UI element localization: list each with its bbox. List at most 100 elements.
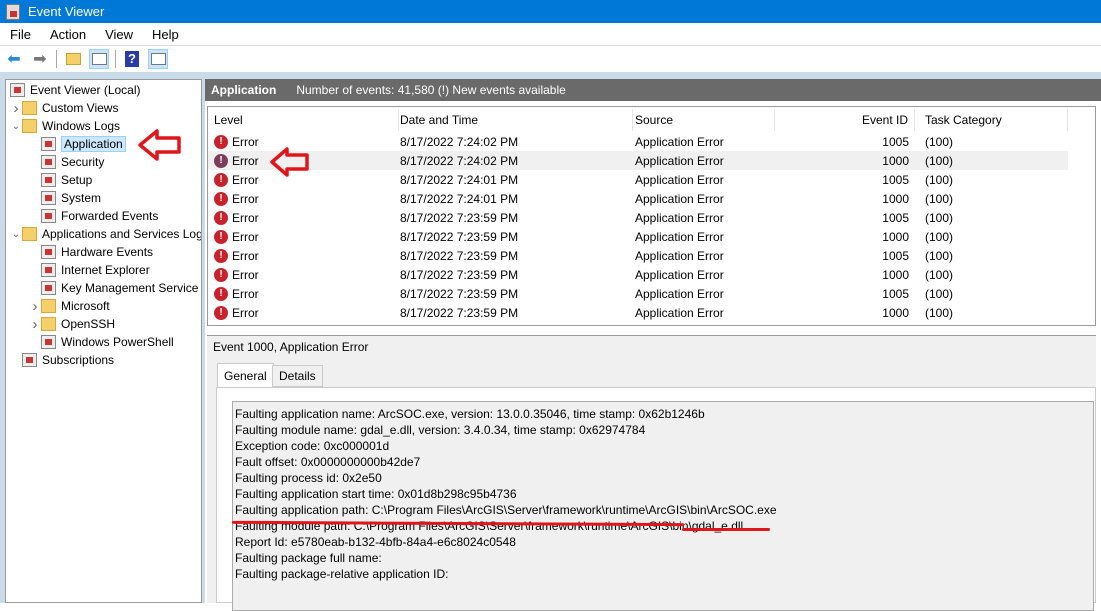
table-row[interactable]: !Error8/17/2022 7:23:59 PMApplication Er… [208,303,1068,322]
title-bar: Event Viewer [0,0,1101,23]
tree-label: Event Viewer (Local) [30,83,141,97]
log-icon [41,263,56,277]
error-icon: ! [214,135,228,149]
tab-general[interactable]: General [217,363,274,387]
error-icon: ! [214,287,228,301]
column-source[interactable]: Source [635,109,775,131]
forward-arrow-icon[interactable]: ➡ [30,49,50,69]
date-cell: 8/17/2022 7:24:01 PM [400,173,633,187]
show-hide-console-tree-icon[interactable] [89,49,109,69]
table-row[interactable]: !Error8/17/2022 7:23:59 PMApplication Er… [208,265,1068,284]
back-arrow-icon[interactable]: ⬅ [4,49,24,69]
cell-text: 8/17/2022 7:23:59 PM [400,306,518,320]
cell-text: Error [232,287,259,301]
chevron-right-icon[interactable]: › [29,316,41,333]
event-description[interactable]: Faulting application name: ArcSOC.exe, v… [232,401,1094,611]
table-row[interactable]: !Error8/17/2022 7:23:59 PMApplication Er… [208,227,1068,246]
cell-text: Application Error [635,268,724,282]
toolbar-divider [56,50,57,68]
column-date[interactable]: Date and Time [400,109,633,131]
menu-view[interactable]: View [95,27,142,42]
chevron-right-icon[interactable]: › [29,298,41,315]
level-cell: !Error [214,192,399,206]
table-row[interactable]: !Error8/17/2022 7:24:01 PMApplication Er… [208,189,1068,208]
table-row[interactable]: !Error8/17/2022 7:23:59 PM Application Er… [208,246,1068,265]
tree-item[interactable]: Forwarded Events [29,207,158,225]
menu-action[interactable]: Action [40,27,95,42]
chevron-down-icon[interactable]: ⌄ [10,229,22,240]
tree-item[interactable]: › Custom Views [10,99,118,117]
help-icon[interactable]: ? [122,49,142,69]
event-id-cell: 1005 [775,211,915,225]
column-level[interactable]: Level [214,109,399,131]
cell-text: 8/17/2022 7:23:59 PM [400,268,518,282]
level-cell: !Error [214,249,399,263]
log-icon [41,281,56,295]
tree-item[interactable]: ⌄Windows Logs [10,117,120,135]
table-header: Level Date and Time Source Event ID Task… [208,109,1068,131]
tree-item[interactable]: Application [29,135,126,153]
cell-text: 8/17/2022 7:23:59 PM [400,249,518,263]
tree-item[interactable]: ›OpenSSH [29,315,115,333]
description-line: Faulting module name: gdal_e.dll, versio… [235,422,1091,438]
tree-label: System [61,191,101,205]
cell-text: 1000 [882,306,909,320]
chevron-right-icon[interactable]: › [10,100,22,117]
tree-item[interactable]: Windows PowerShell [29,333,174,351]
column-task-category[interactable]: Task Category [925,109,1068,131]
tree-item[interactable]: ›Microsoft [29,297,110,315]
event-id-cell: 1005 [775,173,915,187]
tree-item[interactable]: ⌄ Applications and Services Logs [10,225,202,243]
error-icon: ! [214,230,228,244]
menu-bar: File Action View Help [0,23,1101,45]
menu-help[interactable]: Help [142,27,188,42]
table-row[interactable]: !Error8/17/2022 7:23:59 PMApplication Er… [208,208,1068,227]
cell-text: (100) [925,287,953,301]
tree-item[interactable]: Setup [29,171,92,189]
table-row[interactable]: !Error8/17/2022 7:24:01 PMApplication Er… [208,170,1068,189]
cell-text: Error [232,306,259,320]
date-cell: 8/17/2022 7:24:02 PM [400,135,633,149]
annotation-arrow-icon [137,128,183,162]
tree-item[interactable]: Internet Explorer [29,261,150,279]
cell-text: (100) [925,268,953,282]
cell-text: Application Error [635,211,724,225]
cell-text: (100) [925,211,953,225]
source-cell: Application Error [635,268,775,282]
cell-text: Application Error [635,230,724,244]
show-hide-action-pane-icon[interactable] [148,49,168,69]
tree-label: Security [61,155,104,169]
table-row[interactable]: !Error8/17/2022 7:23:59 PMApplication Er… [208,284,1068,303]
tree-label: Applications and Services Logs [42,227,202,241]
log-icon [41,191,56,205]
source-cell: Application Error [635,173,775,187]
source-cell: Application Error [635,230,775,244]
tree-root[interactable]: Event Viewer (Local) [10,81,141,99]
tab-details[interactable]: Details [272,365,323,387]
chevron-down-icon[interactable]: ⌄ [10,121,22,132]
tree-item[interactable]: Subscriptions [10,351,114,369]
menu-file[interactable]: File [0,27,40,42]
cell-text: 1005 [882,287,909,301]
up-folder-icon[interactable] [63,49,83,69]
table-row[interactable]: !Error8/17/2022 7:24:02 PMApplication Er… [208,151,1068,170]
tree-label: Custom Views [42,101,118,115]
log-icon [41,245,56,259]
tree-item[interactable]: System [29,189,101,207]
tree-item[interactable]: Security [29,153,104,171]
description-line: Faulting package full name: [235,550,1091,566]
date-cell: 8/17/2022 7:23:59 PM [400,268,633,282]
column-event-id[interactable]: Event ID [775,109,915,131]
folder-icon [41,299,56,313]
source-cell: Application Error [635,249,775,263]
tree-item[interactable]: Hardware Events [29,243,153,261]
task-category-cell: (100) [925,154,1068,168]
tree-label: Application [61,136,126,152]
log-icon [41,155,56,169]
description-line: Faulting process id: 0x2e50 [235,470,1091,486]
tree-item[interactable]: Key Management Service [29,279,198,297]
toolbar: ⬅ ➡ ? [0,45,1101,71]
event-id-cell: 1000 [775,154,915,168]
task-category-cell: (100) [925,306,1068,320]
table-row[interactable]: !Error8/17/2022 7:24:02 PMApplication Er… [208,132,1068,151]
